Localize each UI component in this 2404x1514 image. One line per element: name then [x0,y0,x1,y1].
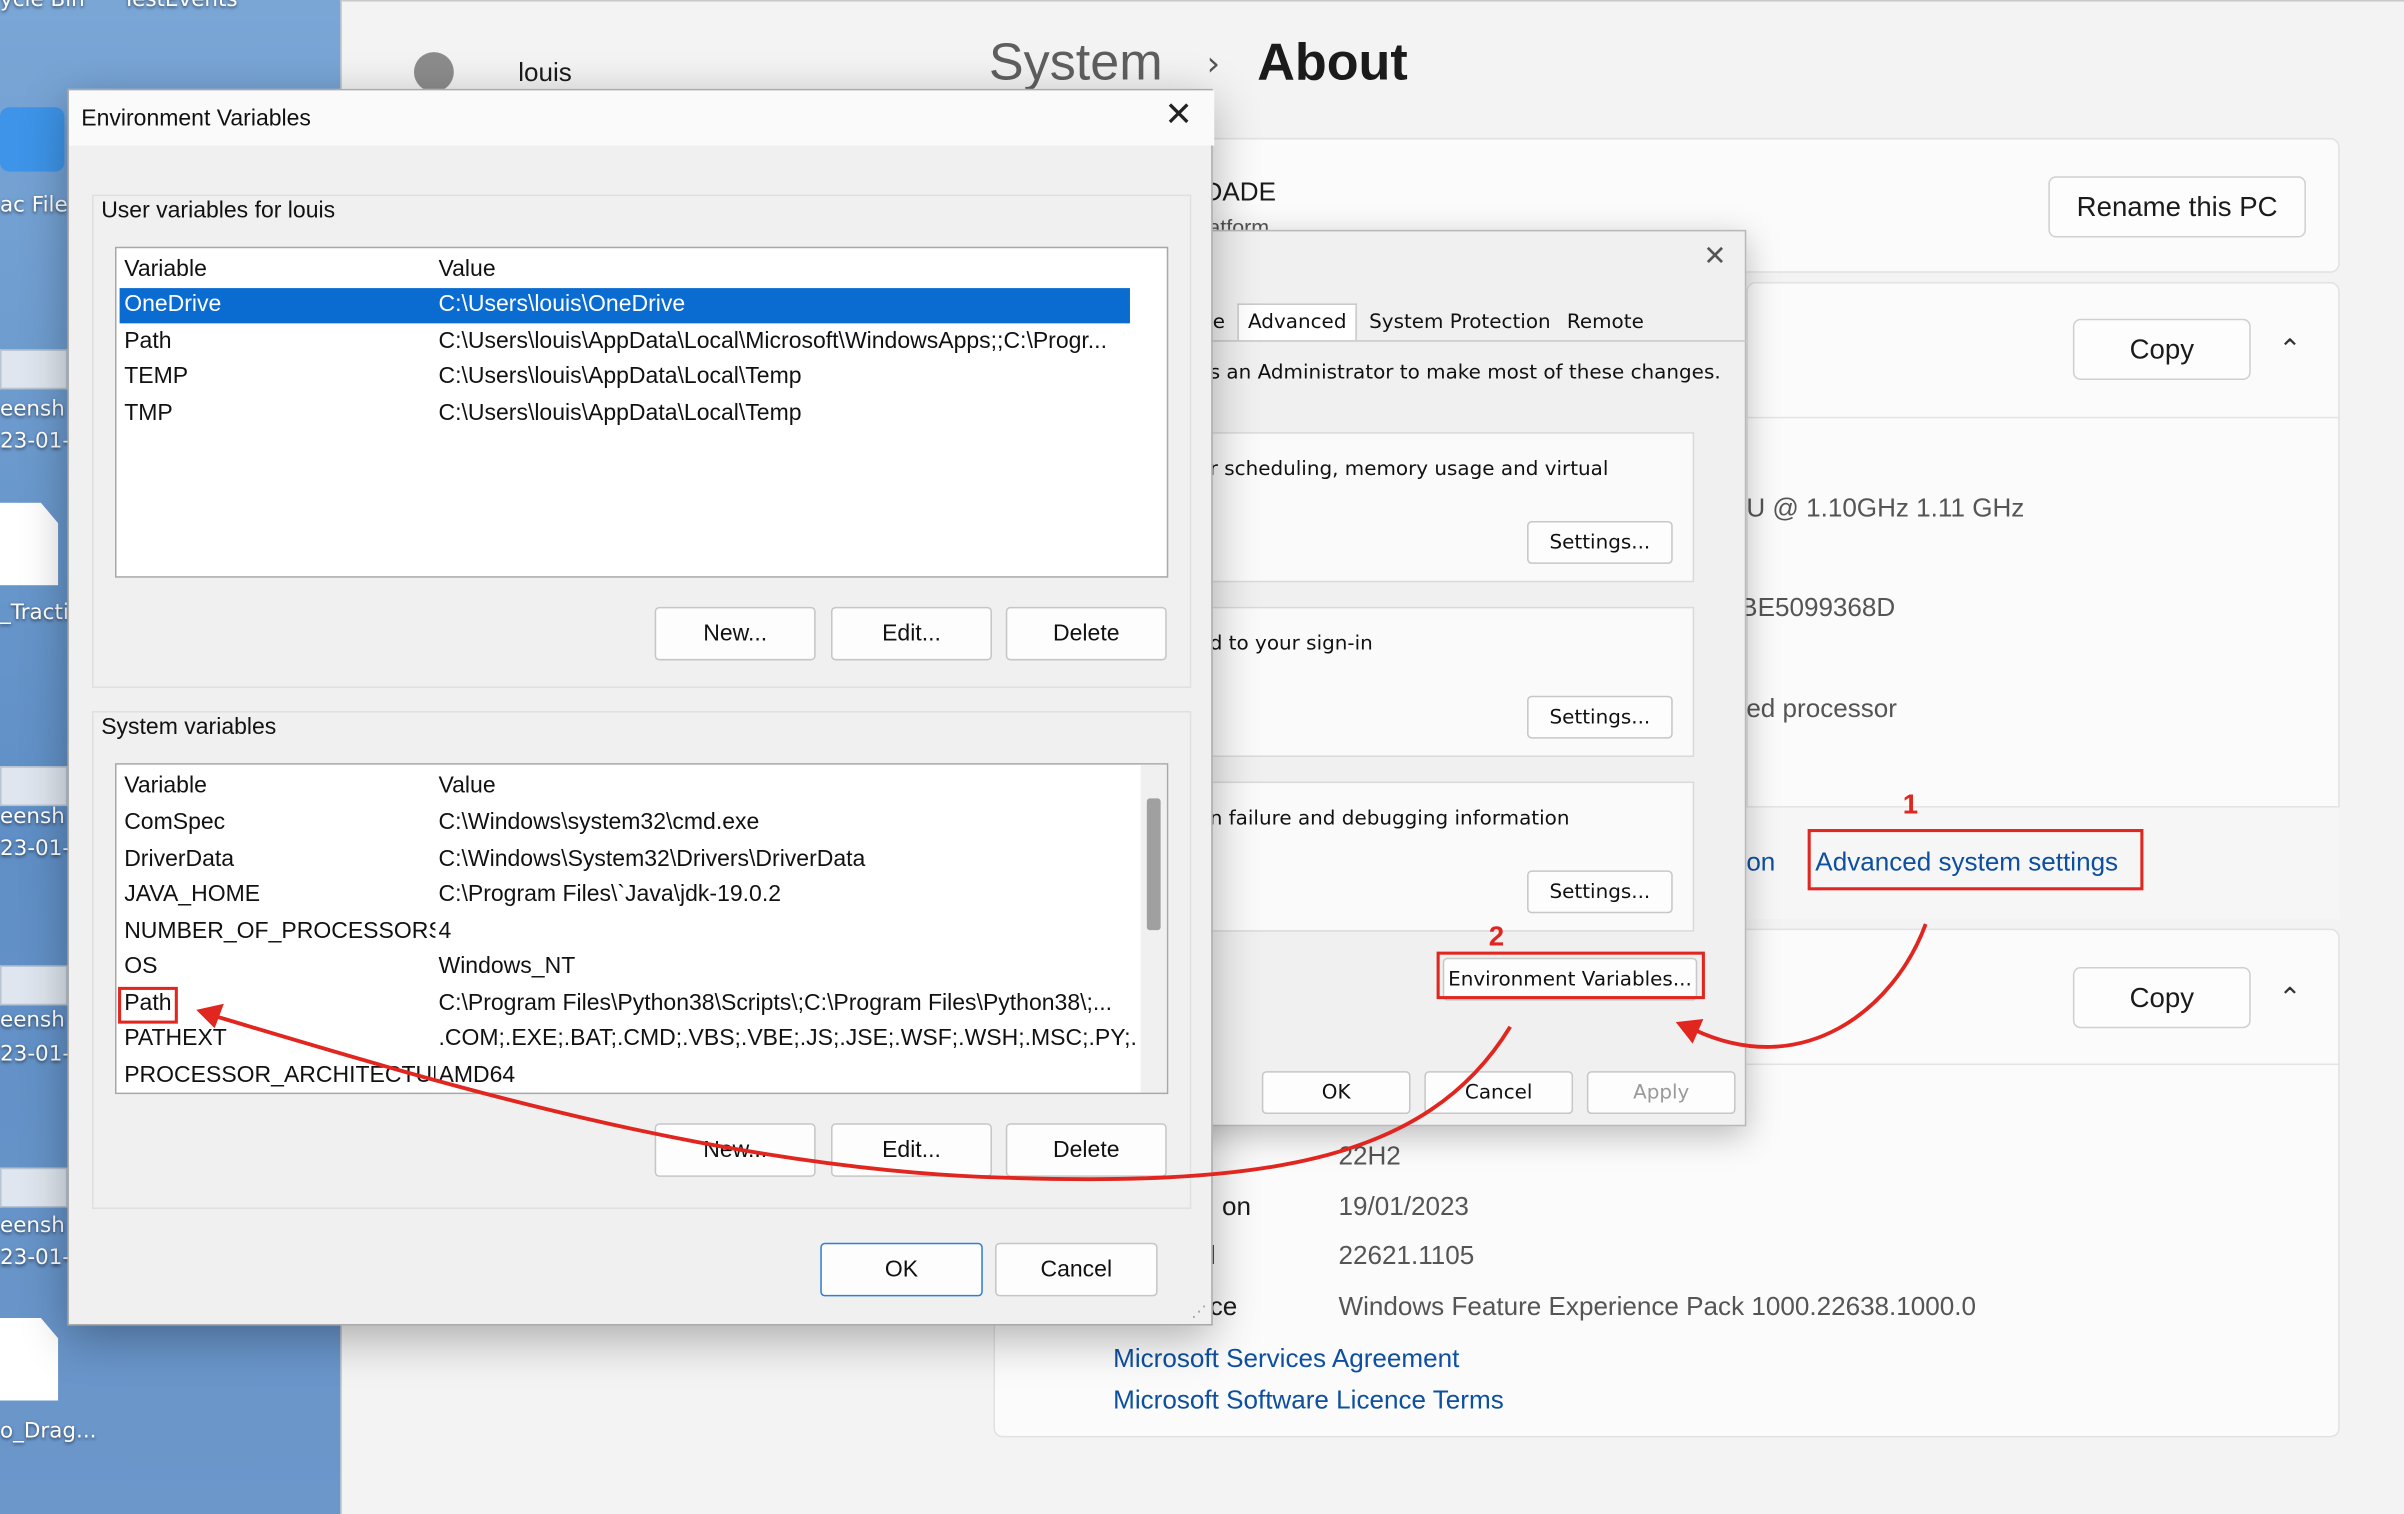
annotation-arrow-1 [1693,923,1928,1049]
annotation-arrow-2 [214,1014,1512,1182]
annotation-arrows [196,923,1928,1182]
